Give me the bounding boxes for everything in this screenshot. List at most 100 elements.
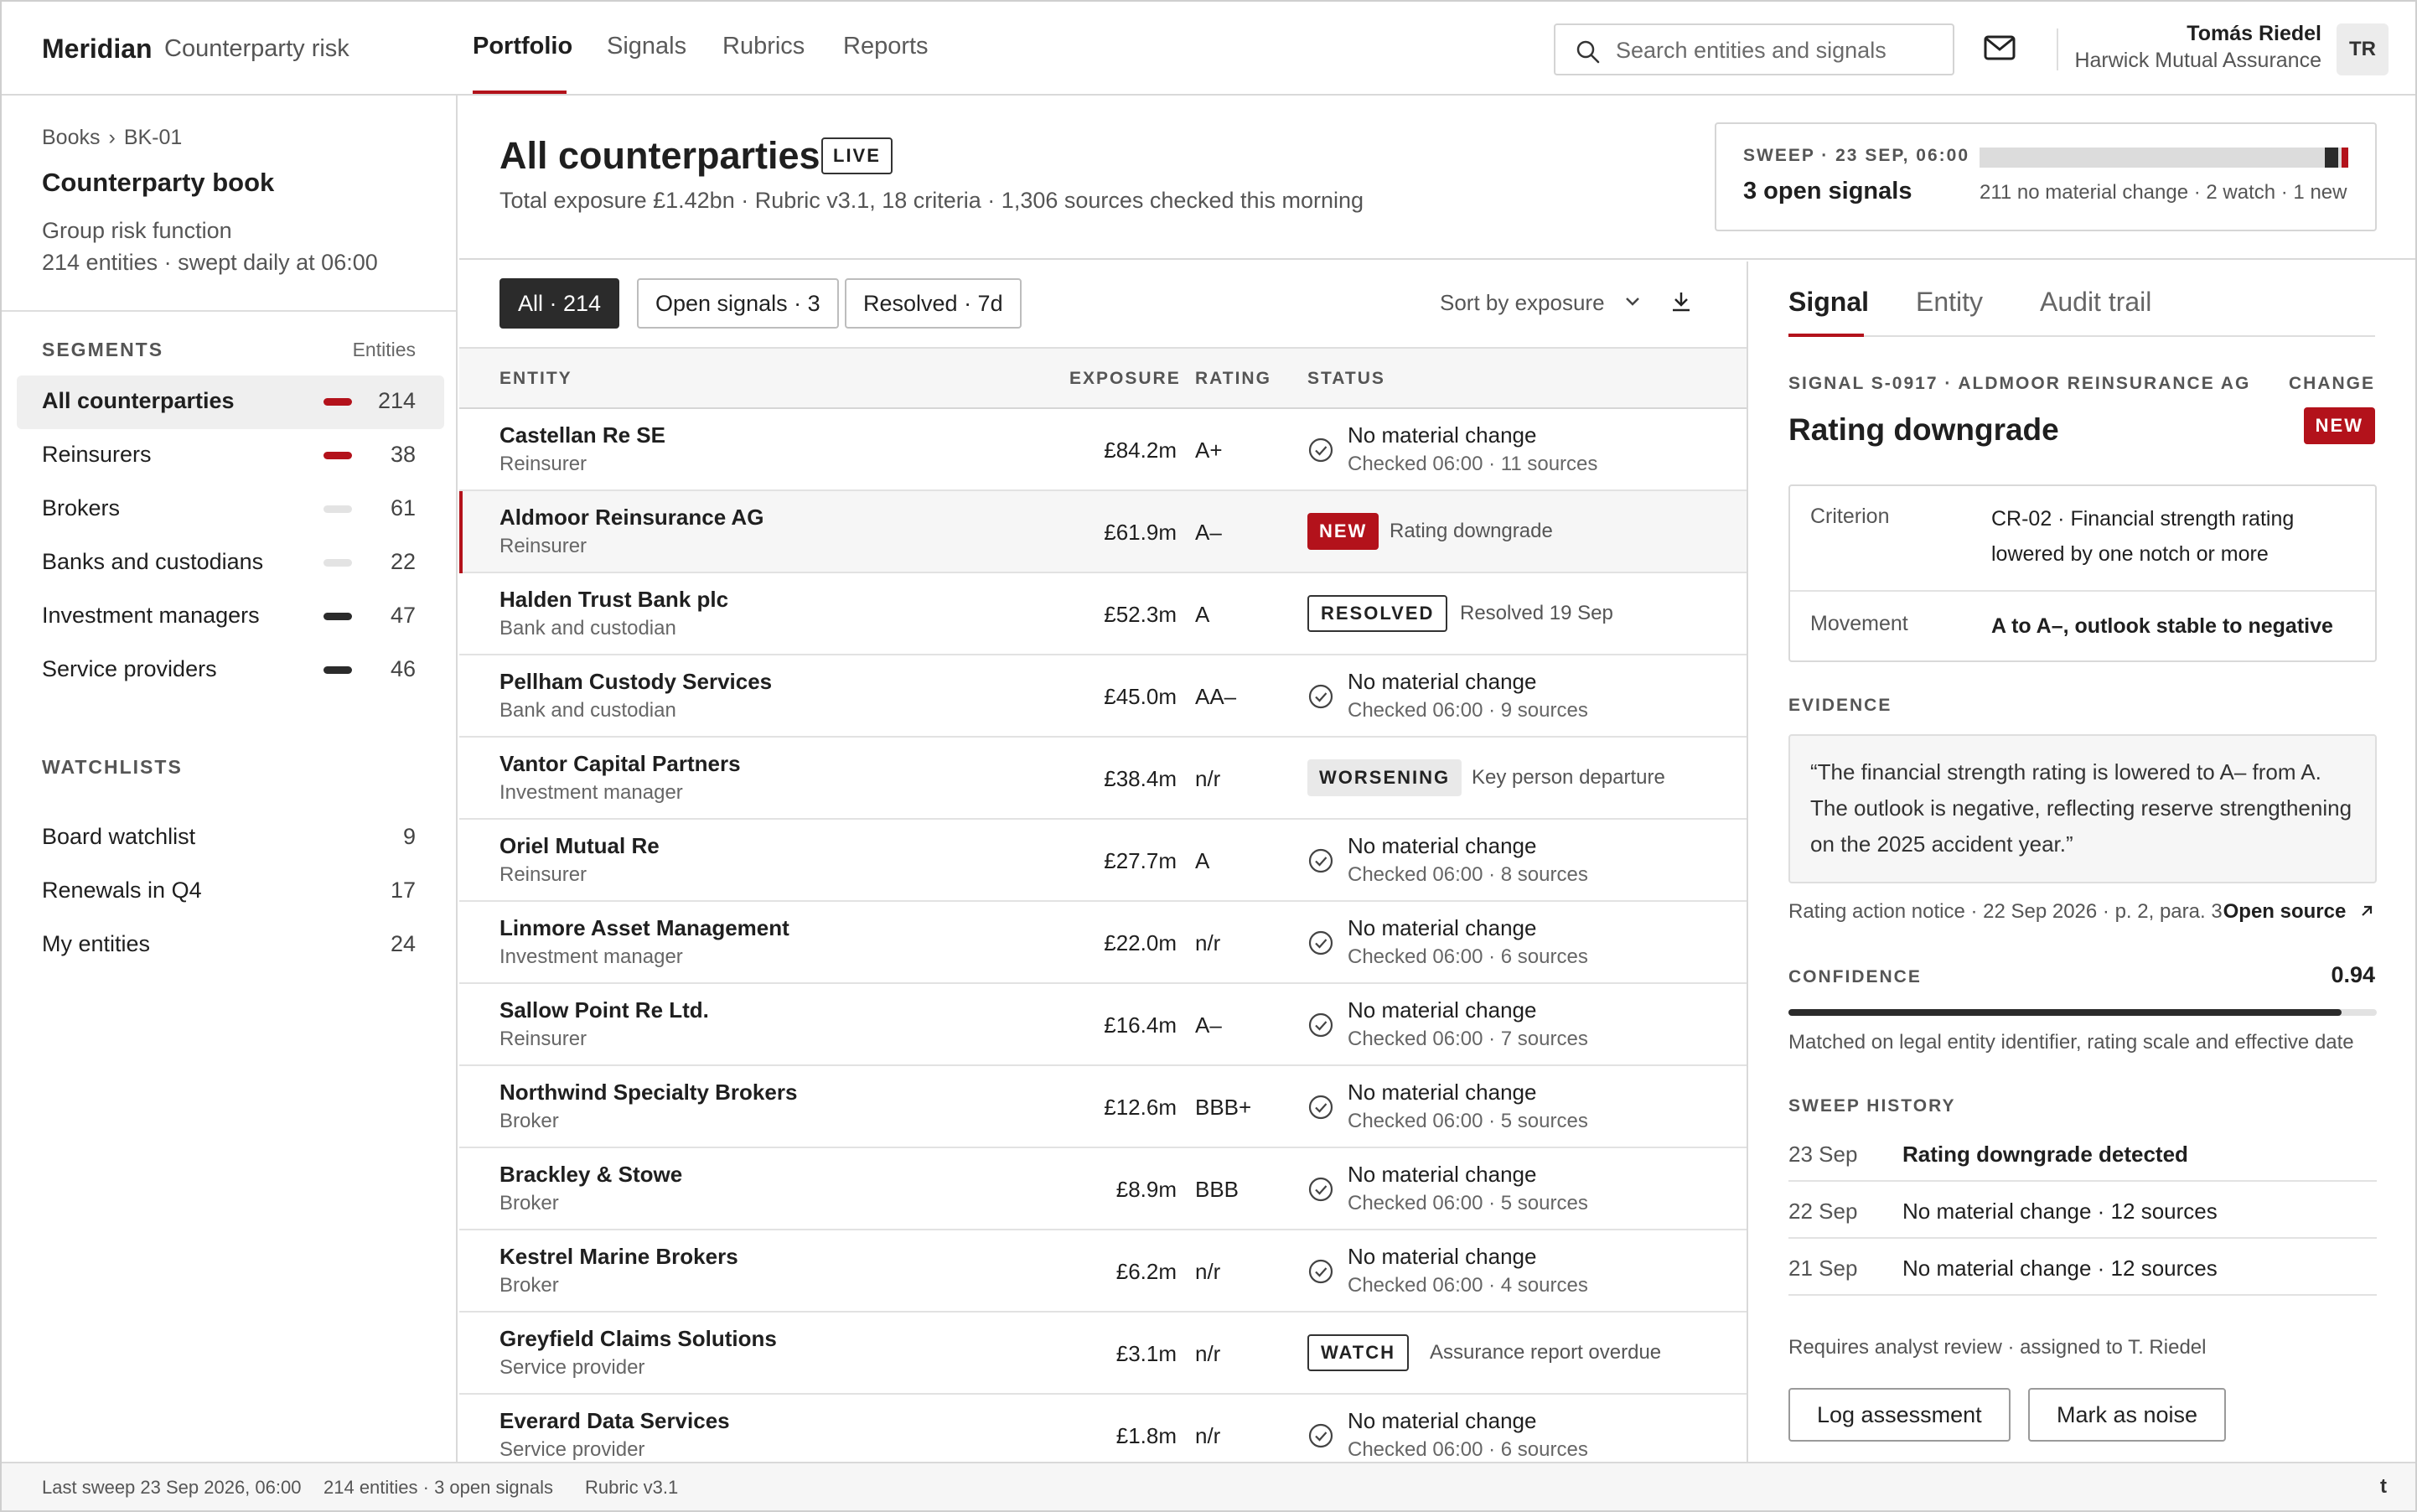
segment-marker — [323, 613, 352, 620]
watchlist-label: Board watchlist — [42, 824, 196, 849]
entity-type: Reinsurer — [499, 535, 587, 557]
column-header-rating[interactable]: RATING — [1195, 369, 1271, 389]
sort-dropdown[interactable]: Sort by exposure — [1440, 290, 1605, 316]
review-note: Requires analyst review · assigned to T.… — [1788, 1336, 2207, 1359]
table-row[interactable]: Linmore Asset Management Investment manag… — [459, 902, 1747, 984]
status-detail: Checked 06:00 · 6 sources — [1348, 1438, 1588, 1461]
breadcrumb-books[interactable]: Books — [42, 126, 100, 149]
segment-reinsurers[interactable]: Reinsurers 38 — [17, 429, 444, 483]
breadcrumb-book-id[interactable]: BK-01 — [124, 126, 182, 149]
table-row[interactable]: Vantor Capital Partners Investment manage… — [459, 738, 1747, 820]
segment-count: 47 — [390, 603, 416, 628]
download-icon[interactable] — [1668, 288, 1695, 315]
watchlist-count: 9 — [402, 824, 416, 849]
status-badge: RESOLVED — [1307, 595, 1448, 632]
segment-service-providers[interactable]: Service providers 46 — [17, 644, 444, 697]
column-header-status[interactable]: STATUS — [1307, 369, 1385, 389]
entity-type: Broker — [499, 1192, 559, 1214]
check-circle-icon — [1308, 1177, 1333, 1202]
table-row[interactable]: Greyfield Claims Solutions Service provid… — [459, 1313, 1747, 1395]
watchlist-renewals-q4[interactable]: Renewals in Q4 17 — [17, 865, 444, 919]
status-detail: Checked 06:00 · 7 sources — [1348, 1028, 1588, 1050]
search-input[interactable]: Search entities and signals — [1554, 23, 1954, 75]
log-assessment-button[interactable]: Log assessment — [1788, 1388, 2011, 1442]
table-row[interactable]: Northwind Specialty Brokers Broker £12.6m B… — [459, 1066, 1747, 1148]
entity-name: Aldmoor Reinsurance AG — [499, 505, 764, 530]
rating-value: n/r — [1195, 766, 1221, 791]
avatar[interactable]: TR — [2337, 23, 2389, 75]
exposure-value: £3.1m — [1115, 1341, 1177, 1366]
criterion-label: Criterion — [1810, 505, 1890, 528]
footer-counts: 214 entities · 3 open signals — [323, 1477, 553, 1498]
status-badge: NEW — [1307, 513, 1379, 550]
change-label: CHANGE — [2288, 374, 2375, 393]
tab-audit-trail[interactable]: Audit trail — [2040, 287, 2151, 318]
segment-count: 46 — [390, 656, 416, 681]
watchlist-my-entities[interactable]: My entities 24 — [17, 919, 444, 972]
filter-chip-open-signals[interactable]: Open signals · 3 — [637, 278, 839, 329]
confidence-heading: CONFIDENCE — [1788, 967, 1922, 986]
user-organisation: Harwick Mutual Assurance — [2074, 49, 2321, 72]
status-badge: NEW — [2303, 407, 2375, 444]
confidence-value: 0.94 — [2331, 962, 2375, 987]
table-row[interactable]: Aldmoor Reinsurance AG Reinsurer £61.9m A– N… — [459, 491, 1747, 573]
segment-brokers[interactable]: Brokers 61 — [17, 483, 444, 536]
nav-tab-rubrics[interactable]: Rubrics — [722, 33, 805, 60]
table-row[interactable]: Brackley & Stowe Broker £8.9m BBB No materia… — [459, 1148, 1747, 1230]
table-row[interactable]: Kestrel Marine Brokers Broker £6.2m n/r No m… — [459, 1230, 1747, 1313]
status-text: Rating downgrade — [1390, 520, 1553, 542]
segment-investment-managers[interactable]: Investment managers 47 — [17, 590, 444, 644]
sidebar: Books › BK-01 Counterparty book Group risk… — [2, 96, 458, 1462]
segment-banks-and-custodians[interactable]: Banks and custodians 22 — [17, 536, 444, 590]
nav-tab-signals[interactable]: Signals — [607, 33, 686, 60]
exposure-value: £38.4m — [1104, 766, 1177, 791]
entity-name: Halden Trust Bank plc — [499, 587, 729, 612]
entity-name: Oriel Mutual Re — [499, 833, 660, 858]
column-header-entity[interactable]: ENTITY — [499, 369, 572, 389]
entity-type: Broker — [499, 1110, 559, 1132]
table-row[interactable]: Oriel Mutual Re Reinsurer £27.7m A No materi… — [459, 820, 1747, 902]
status-text: Key person departure — [1472, 766, 1665, 789]
watchlist-board[interactable]: Board watchlist 9 — [17, 811, 444, 865]
table-row[interactable]: Halden Trust Bank plc Bank and custodian £… — [459, 573, 1747, 655]
status-detail: Checked 06:00 · 11 sources — [1348, 453, 1598, 475]
entity-type: Bank and custodian — [499, 699, 676, 722]
status-text: No material change — [1348, 915, 1537, 940]
status-text: No material change — [1348, 669, 1537, 694]
status-text: No material change — [1348, 833, 1537, 858]
column-header-exposure[interactable]: EXPOSURE — [1069, 369, 1181, 389]
table-row[interactable]: Sallow Point Re Ltd. Reinsurer £16.4m A– No … — [459, 984, 1747, 1066]
status-detail: Checked 06:00 · 8 sources — [1348, 863, 1588, 886]
open-source-link[interactable]: Open source — [2223, 900, 2375, 924]
history-row: 21 Sep No material change · 12 sources — [1788, 1239, 2377, 1296]
segment-all-counterparties[interactable]: All counterparties 214 — [17, 375, 444, 429]
table-row[interactable]: Castellan Re SE Reinsurer £84.2m A+ No mater… — [459, 409, 1747, 491]
entity-name: Northwind Specialty Brokers — [499, 1080, 798, 1105]
chevron-down-icon[interactable] — [1623, 293, 1643, 310]
book-summary: 214 entities · swept daily at 06:00 — [42, 250, 378, 275]
table-row[interactable]: Everard Data Services Service provider £1.… — [459, 1395, 1747, 1462]
tab-entity[interactable]: Entity — [1916, 287, 1983, 318]
filter-chip-all[interactable]: All · 214 — [499, 278, 620, 329]
mail-icon[interactable] — [1983, 34, 2016, 62]
nav-tab-portfolio[interactable]: Portfolio — [473, 33, 572, 60]
tab-signal[interactable]: Signal — [1788, 287, 1869, 318]
nav-tab-reports[interactable]: Reports — [843, 33, 929, 60]
history-row: 22 Sep No material change · 12 sources — [1788, 1182, 2377, 1239]
filter-chip-resolved[interactable]: Resolved · 7d — [845, 278, 1022, 329]
check-circle-icon — [1308, 1259, 1333, 1284]
live-badge: LIVE — [821, 137, 893, 174]
segment-marker — [323, 666, 352, 674]
entity-type: Bank and custodian — [499, 617, 676, 639]
entity-name: Pellham Custody Services — [499, 669, 773, 694]
rating-value: A — [1195, 602, 1210, 627]
exposure-value: £45.0m — [1104, 684, 1177, 709]
mark-as-noise-button[interactable]: Mark as noise — [2028, 1388, 2227, 1442]
entity-name: Linmore Asset Management — [499, 915, 789, 940]
check-circle-icon — [1308, 1095, 1333, 1120]
rating-value: n/r — [1195, 1341, 1221, 1366]
segment-marker — [323, 559, 352, 567]
sweep-segment-no-change — [1980, 148, 2325, 168]
table-row[interactable]: Pellham Custody Services Bank and custodi… — [459, 655, 1747, 738]
segment-label: All counterparties — [42, 388, 235, 413]
